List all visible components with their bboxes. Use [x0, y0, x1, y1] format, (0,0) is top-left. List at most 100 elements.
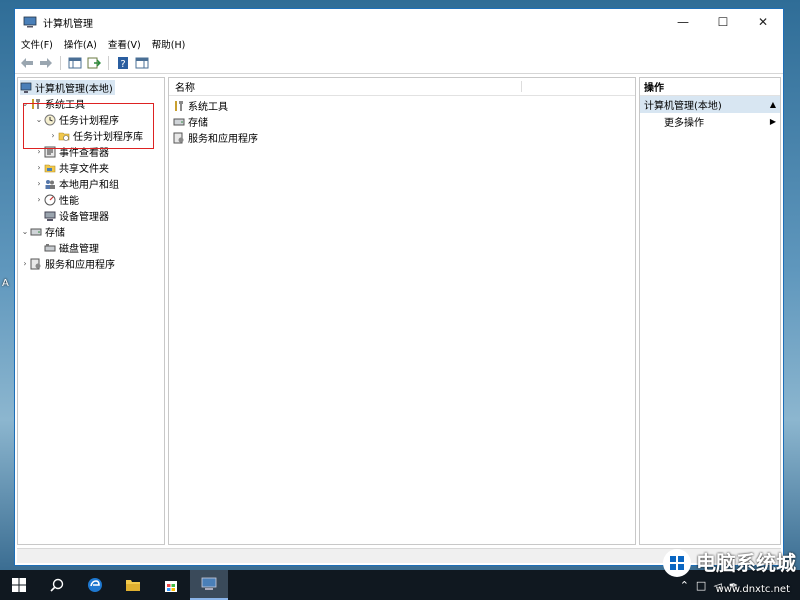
- users-icon: [45, 179, 55, 189]
- chevron-right-icon[interactable]: ›: [34, 163, 44, 172]
- forward-arrow-icon[interactable]: [38, 55, 54, 71]
- tools-icon: [32, 98, 40, 109]
- watermark-text: 电脑系统城: [696, 551, 796, 575]
- tree-label: 系统工具: [45, 100, 85, 111]
- edge-browser-button[interactable]: [76, 570, 114, 600]
- store-button[interactable]: [152, 570, 190, 600]
- tree-label: 事件查看器: [59, 148, 109, 159]
- watermark-logo-icon: [663, 549, 691, 577]
- menu-file[interactable]: 文件(F): [21, 37, 53, 51]
- menu-bar: 文件(F) 操作(A) 查看(V) 帮助(H): [15, 35, 783, 53]
- network-icon[interactable]: □: [696, 579, 706, 592]
- folder-clock-icon: [58, 132, 70, 141]
- services-icon: [30, 258, 41, 269]
- column-divider[interactable]: [521, 81, 522, 92]
- close-button[interactable]: ✕: [743, 9, 783, 35]
- column-header-name[interactable]: 名称: [169, 78, 635, 96]
- console-tree: 计算机管理(本地) ⌄ 系统工具 ⌄ 任务计划程序 › 任务计划程序库 › 事件: [17, 77, 165, 545]
- tree-label: 设备管理器: [59, 212, 109, 223]
- tree-item-disk-management[interactable]: 磁盘管理: [34, 240, 99, 255]
- chevron-right-icon[interactable]: ›: [34, 179, 44, 188]
- chevron-down-icon[interactable]: ⌄: [20, 99, 30, 108]
- tree-item-shared-folders[interactable]: › 共享文件夹: [34, 160, 109, 175]
- menu-view[interactable]: 查看(V): [108, 37, 141, 51]
- collapse-up-icon[interactable]: ▲: [770, 100, 776, 109]
- tree-item-task-scheduler-library[interactable]: › 任务计划程序库: [48, 128, 143, 143]
- tree-label: 服务和应用程序: [45, 260, 115, 271]
- actions-selected-item[interactable]: 计算机管理(本地) ▲: [640, 96, 780, 113]
- submenu-arrow-icon: ▶: [769, 117, 776, 126]
- tree-item-services-apps[interactable]: › 服务和应用程序: [20, 256, 115, 271]
- list-item-label: 服务和应用程序: [188, 134, 258, 145]
- chevron-right-icon[interactable]: ›: [34, 195, 44, 204]
- show-hide-tree-icon[interactable]: [67, 55, 83, 71]
- chevron-down-icon[interactable]: ⌄: [20, 227, 30, 236]
- list-item-label: 系统工具: [188, 102, 228, 113]
- storage-icon: [30, 228, 42, 235]
- start-button[interactable]: [0, 570, 38, 600]
- watermark: 电脑系统城 www.dnxtc.net: [662, 548, 796, 595]
- watermark-url: www.dnxtc.net: [715, 584, 790, 595]
- tree-item-event-viewer[interactable]: › 事件查看器: [34, 144, 109, 159]
- edge-icon: [88, 578, 102, 592]
- menu-help[interactable]: 帮助(H): [152, 37, 186, 51]
- desktop-icon-label: A: [2, 278, 9, 289]
- computer-management-taskbar-button[interactable]: [190, 570, 228, 600]
- export-list-icon[interactable]: [86, 55, 102, 71]
- search-icon: [50, 578, 64, 592]
- chevron-up-icon[interactable]: ⌃: [680, 579, 689, 592]
- storage-icon: [173, 118, 185, 125]
- tree-label: 计算机管理(本地): [35, 84, 113, 95]
- content-area: 计算机管理(本地) ⌄ 系统工具 ⌄ 任务计划程序 › 任务计划程序库 › 事件: [17, 77, 781, 545]
- tree-item-task-scheduler[interactable]: ⌄ 任务计划程序: [34, 112, 119, 127]
- help-icon[interactable]: ?: [115, 55, 131, 71]
- chevron-down-icon[interactable]: ⌄: [34, 115, 44, 124]
- list-item[interactable]: 系统工具: [173, 98, 228, 113]
- more-actions-item[interactable]: 更多操作 ▶: [640, 113, 780, 130]
- actions-selected-label: 计算机管理(本地): [644, 101, 722, 112]
- tree-item-device-manager[interactable]: 设备管理器: [34, 208, 109, 223]
- list-item[interactable]: 服务和应用程序: [173, 130, 258, 145]
- chevron-right-icon[interactable]: ›: [20, 259, 30, 268]
- clock-icon: [44, 114, 56, 125]
- action-pane-icon[interactable]: [134, 55, 150, 71]
- tree-item-storage[interactable]: ⌄ 存储: [20, 224, 65, 239]
- chevron-right-icon[interactable]: ›: [48, 131, 58, 140]
- back-arrow-icon[interactable]: [19, 55, 35, 71]
- actions-header: 操作: [640, 78, 780, 96]
- actions-pane: 操作 计算机管理(本地) ▲ 更多操作 ▶: [639, 77, 781, 545]
- event-viewer-icon: [44, 146, 56, 157]
- toolbar: ?: [15, 53, 783, 74]
- tree-label: 性能: [59, 196, 79, 207]
- computer-icon: [20, 82, 32, 93]
- column-header-label: 名称: [175, 83, 195, 94]
- computer-management-window: 计算机管理 — ☐ ✕ 文件(F) 操作(A) 查看(V) 帮助(H) ? 计算…: [14, 8, 784, 566]
- tree-label: 本地用户和组: [59, 180, 119, 191]
- tree-item-performance[interactable]: › 性能: [34, 192, 79, 207]
- tree-item-local-users[interactable]: › 本地用户和组: [34, 176, 119, 191]
- toolbar-separator: [108, 56, 109, 70]
- search-button[interactable]: [38, 570, 76, 600]
- list-item[interactable]: 存储: [173, 114, 208, 129]
- tree-label: 共享文件夹: [59, 164, 109, 175]
- title-bar[interactable]: 计算机管理 — ☐ ✕: [15, 9, 783, 35]
- minimize-button[interactable]: —: [663, 9, 703, 35]
- more-actions-label: 更多操作: [664, 118, 704, 129]
- tree-item-root[interactable]: 计算机管理(本地): [20, 80, 115, 95]
- maximize-button[interactable]: ☐: [703, 9, 743, 35]
- tree-item-system-tools[interactable]: ⌄ 系统工具: [20, 96, 85, 111]
- store-icon: [165, 581, 177, 592]
- tree-label: 存储: [45, 228, 65, 239]
- file-explorer-button[interactable]: [114, 570, 152, 600]
- toolbar-separator: [60, 56, 61, 70]
- list-item-label: 存储: [188, 118, 208, 129]
- tools-icon: [175, 100, 183, 111]
- device-manager-icon: [44, 211, 56, 221]
- windows-logo-icon: [12, 578, 26, 592]
- computer-management-icon: [201, 577, 217, 590]
- window-title: 计算机管理: [43, 18, 93, 30]
- menu-action[interactable]: 操作(A): [64, 37, 97, 51]
- tree-label: 任务计划程序库: [73, 132, 143, 143]
- chevron-right-icon[interactable]: ›: [34, 147, 44, 156]
- computer-management-icon: [23, 16, 37, 28]
